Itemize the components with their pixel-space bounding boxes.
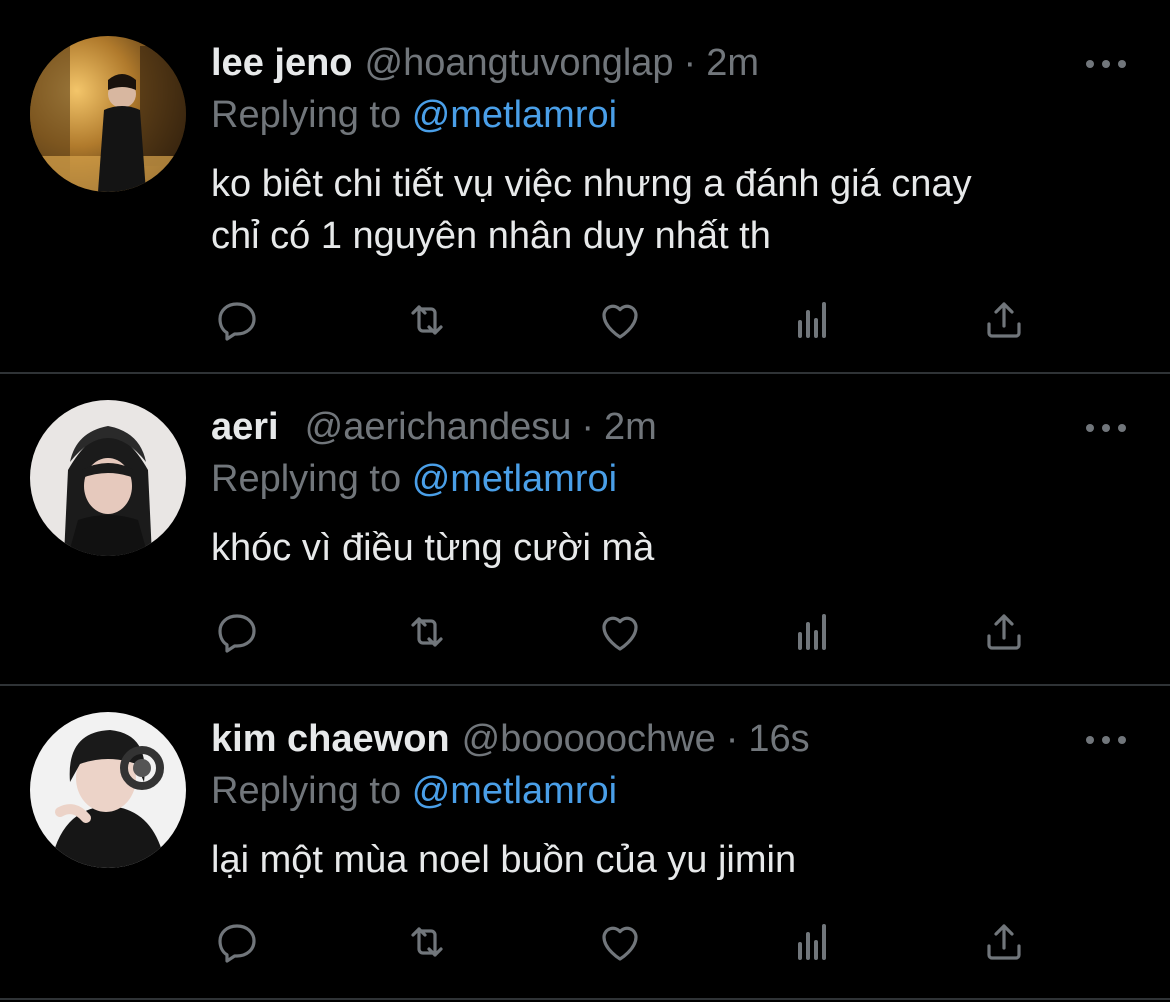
heart-icon bbox=[602, 616, 638, 651]
tweet-text-line: lại một mùa noel buồn của yu jimin bbox=[211, 839, 797, 881]
replying-to-label: Replying to bbox=[211, 770, 402, 812]
replying-to: Replying to @metlamroi bbox=[211, 454, 617, 504]
like-button[interactable] bbox=[594, 294, 646, 346]
tweet-text-line: chỉ có 1 nguyên nhân duy nhất th bbox=[211, 215, 771, 257]
tweet-text: khóc vì điều từng cười mà bbox=[211, 522, 1131, 574]
retweet-icon bbox=[411, 927, 443, 957]
reply-button[interactable] bbox=[211, 916, 263, 968]
more-icon[interactable] bbox=[1086, 418, 1126, 438]
heart-icon bbox=[602, 926, 638, 961]
share-button[interactable] bbox=[978, 606, 1030, 658]
reply-icon bbox=[218, 924, 256, 963]
replying-to: Replying to @metlamroi bbox=[211, 766, 617, 816]
divider bbox=[0, 998, 1170, 1000]
tweet[interactable]: kim chaewon @booooochwe · 16s Replying to @… bbox=[0, 684, 1170, 1002]
heart-icon bbox=[602, 304, 638, 339]
tweet-header: lee jeno @hoangtuvonglap · 2m bbox=[211, 38, 1070, 88]
more-icon[interactable] bbox=[1086, 54, 1126, 74]
user-handle[interactable]: @hoangtuvonglap bbox=[365, 42, 674, 84]
reply-icon bbox=[218, 302, 256, 341]
timestamp[interactable]: 16s bbox=[748, 718, 809, 760]
mention-link[interactable]: @metlamroi bbox=[412, 458, 617, 500]
avatar[interactable] bbox=[30, 400, 186, 556]
tweet-text-line: khóc vì điều từng cười mà bbox=[211, 527, 655, 569]
timestamp[interactable]: 2m bbox=[706, 42, 759, 84]
retweet-icon bbox=[411, 617, 443, 647]
retweet-button[interactable] bbox=[401, 606, 453, 658]
separator-dot: · bbox=[683, 42, 697, 84]
share-button[interactable] bbox=[978, 294, 1030, 346]
avatar[interactable] bbox=[30, 36, 186, 192]
reply-button[interactable] bbox=[211, 606, 263, 658]
like-button[interactable] bbox=[594, 916, 646, 968]
retweet-icon bbox=[411, 305, 443, 335]
retweet-button[interactable] bbox=[401, 294, 453, 346]
display-name[interactable]: lee jeno bbox=[211, 42, 353, 84]
tweet-text-line: ko biêt chi tiết vụ việc nhưng a đánh gi… bbox=[211, 163, 972, 205]
avatar[interactable] bbox=[30, 712, 186, 868]
tweet-header: aeri @aerichandesu · 2m bbox=[211, 402, 1070, 452]
views-icon bbox=[798, 924, 826, 960]
avatar-photo bbox=[30, 400, 186, 556]
action-bar bbox=[0, 294, 1170, 354]
reply-button[interactable] bbox=[211, 294, 263, 346]
more-icon[interactable] bbox=[1086, 730, 1126, 750]
separator-dot: · bbox=[581, 406, 595, 448]
tweet-text: ko biêt chi tiết vụ việc nhưng a đánh gi… bbox=[211, 158, 1131, 262]
user-handle[interactable]: @booooochwe bbox=[462, 718, 716, 760]
timestamp[interactable]: 2m bbox=[604, 406, 657, 448]
replying-to-label: Replying to bbox=[211, 458, 402, 500]
share-icon bbox=[987, 302, 1021, 338]
reply-icon bbox=[218, 614, 256, 653]
action-bar bbox=[0, 606, 1170, 666]
tweet[interactable]: lee jeno @hoangtuvonglap · 2m Replying to @… bbox=[0, 0, 1170, 372]
like-button[interactable] bbox=[594, 606, 646, 658]
share-button[interactable] bbox=[978, 916, 1030, 968]
views-button[interactable] bbox=[786, 294, 838, 346]
avatar-photo bbox=[30, 712, 186, 868]
display-name[interactable]: aeri bbox=[211, 406, 279, 448]
action-bar bbox=[0, 916, 1170, 976]
views-button[interactable] bbox=[786, 606, 838, 658]
retweet-button[interactable] bbox=[401, 916, 453, 968]
display-name[interactable]: kim chaewon bbox=[211, 718, 450, 760]
separator-dot: · bbox=[725, 718, 739, 760]
replying-to-label: Replying to bbox=[211, 94, 402, 136]
tweet-text: lại một mùa noel buồn của yu jimin bbox=[211, 834, 1131, 886]
replying-to: Replying to @metlamroi bbox=[211, 90, 617, 140]
views-button[interactable] bbox=[786, 916, 838, 968]
share-icon bbox=[987, 924, 1021, 960]
reply-feed: lee jeno @hoangtuvonglap · 2m Replying to @… bbox=[0, 0, 1170, 1002]
avatar-photo bbox=[30, 36, 186, 192]
share-icon bbox=[987, 614, 1021, 650]
tweet-header: kim chaewon @booooochwe · 16s bbox=[211, 714, 1070, 764]
mention-link[interactable]: @metlamroi bbox=[412, 770, 617, 812]
user-handle[interactable]: @aerichandesu bbox=[305, 406, 572, 448]
mention-link[interactable]: @metlamroi bbox=[412, 94, 617, 136]
views-icon bbox=[798, 614, 826, 650]
views-icon bbox=[798, 302, 826, 338]
tweet[interactable]: aeri @aerichandesu · 2m Replying to @metlam… bbox=[0, 372, 1170, 684]
